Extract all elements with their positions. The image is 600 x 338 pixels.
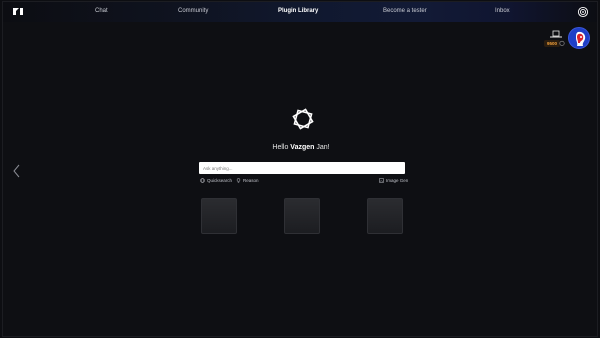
quicksearch-label: Quicksearch <box>207 178 233 183</box>
lightbulb-icon <box>236 178 241 183</box>
top-navigation: Chat Community Plugin Library Become a t… <box>3 2 597 22</box>
search-input[interactable] <box>199 162 405 174</box>
quicksearch-toggle[interactable]: Quicksearch <box>200 178 232 183</box>
settings-icon[interactable] <box>577 6 589 18</box>
greeting-suffix: Jan! <box>314 144 330 151</box>
chevron-left-icon[interactable] <box>13 164 21 178</box>
nav-item-chat[interactable]: Chat <box>95 8 108 14</box>
avatar-icon <box>576 31 586 46</box>
globe-icon <box>200 178 205 183</box>
nav-item-plugin-library[interactable]: Plugin Library <box>278 8 318 14</box>
image-gen-toggle[interactable]: Image Gen <box>379 178 408 183</box>
suggestion-card[interactable] <box>284 198 320 234</box>
reason-label: Reason <box>243 178 259 183</box>
image-gen-label: Image Gen <box>386 178 409 183</box>
hat-icon[interactable] <box>549 30 563 39</box>
image-icon <box>379 178 384 183</box>
app-window: Chat Community Plugin Library Become a t… <box>2 1 598 337</box>
greeting-heading: Hello Vazgen Jan! <box>3 144 597 151</box>
credits-badge[interactable]: 9500 <box>544 40 561 47</box>
cat-icon <box>559 40 565 46</box>
suggestion-card[interactable] <box>201 198 237 234</box>
brand-logo-icon[interactable] <box>12 6 24 17</box>
brand-emblem-icon <box>292 108 314 130</box>
greeting-name: Vazgen <box>290 144 315 151</box>
user-avatar[interactable] <box>568 27 590 49</box>
greeting-prefix: Hello <box>272 144 291 151</box>
nav-item-inbox[interactable]: Inbox <box>495 8 510 14</box>
reason-toggle[interactable]: Reason <box>236 178 259 183</box>
suggestion-card[interactable] <box>367 198 403 234</box>
nav-item-become-a-tester[interactable]: Become a tester <box>383 8 427 14</box>
nav-item-community[interactable]: Community <box>178 8 208 14</box>
